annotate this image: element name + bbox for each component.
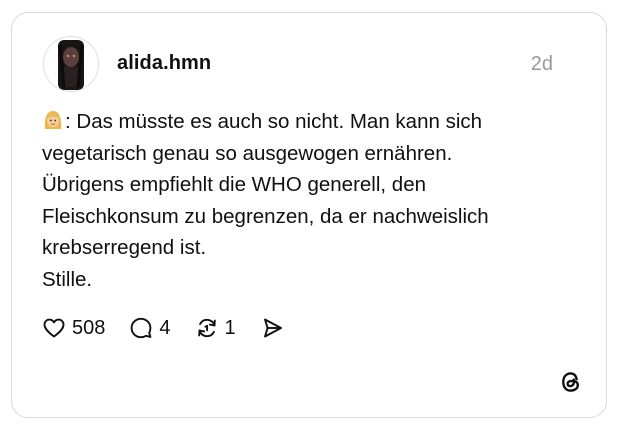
- send-icon: [260, 316, 284, 340]
- share-button[interactable]: [260, 316, 284, 340]
- like-count: 508: [72, 316, 106, 339]
- repost-button[interactable]: 1: [195, 316, 236, 340]
- post-line: vegetarisch genau so ausgewogen ernähren…: [42, 141, 453, 165]
- threads-logo-icon: [558, 369, 584, 395]
- reply-button[interactable]: 4: [129, 316, 171, 340]
- repost-count: 1: [224, 316, 236, 339]
- post-card: alida.hmn 2d : Das müsste es auch so nic…: [11, 12, 607, 418]
- like-button[interactable]: 508: [42, 316, 105, 340]
- post-line: Übrigens empfiehlt die WHO generell, den: [42, 173, 426, 196]
- repost-icon: [195, 316, 219, 340]
- post-text: : Das müsste es auch so nicht. Man kann …: [42, 106, 582, 295]
- comment-icon: [129, 316, 153, 340]
- action-bar: 508 4 1: [42, 315, 308, 341]
- post-line: Fleischkonsum zu begrenzen, da er nachwe…: [42, 204, 489, 228]
- post-line: krebserregend ist.: [42, 236, 207, 259]
- avatar[interactable]: [43, 36, 99, 92]
- username[interactable]: alida.hmn: [117, 52, 211, 75]
- heart-icon: [42, 316, 66, 340]
- post-line: Stille.: [42, 267, 93, 291]
- post-timestamp: 2d: [530, 53, 553, 75]
- woman-emoji: [42, 109, 64, 131]
- reply-count: 4: [159, 316, 171, 339]
- post-line: : Das müsste es auch so nicht. Man kann …: [42, 106, 582, 138]
